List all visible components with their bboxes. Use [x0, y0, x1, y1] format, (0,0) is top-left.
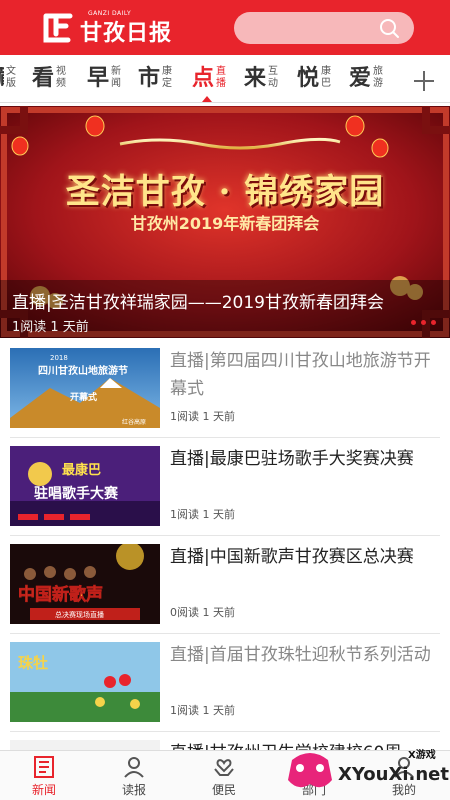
channel-tab-big: 看	[32, 65, 55, 91]
channel-tab-big: 藏	[0, 67, 4, 89]
channel-tab-big: 爱	[349, 65, 372, 91]
channel-tab-travel[interactable]: 爱 旅游	[349, 61, 385, 95]
article-thumbnail: 中国新歌声 总决赛现场直播	[10, 544, 160, 624]
channel-tab-small: 互动	[268, 66, 279, 89]
channel-bar: 藏 文版 看 视频 早 新闻 市 康定 点 直播 来 互动 悦 康巴 爱 旅游	[0, 55, 450, 102]
article-title[interactable]: 直播|首届甘孜珠牡迎秋节系列活动	[170, 641, 440, 669]
channel-tab-small: 文版	[6, 66, 16, 89]
channel-tab-small: 直播	[216, 66, 227, 89]
channel-tab-interact[interactable]: 来 互动	[244, 61, 280, 95]
app-header: GANZI DAILY 甘孜日报	[0, 0, 450, 55]
channel-tab-big: 悦	[297, 65, 320, 91]
thumb-main-text: 珠牡	[18, 654, 48, 672]
article-thumbnail: 2018 四川甘孜山地旅游节 开幕式 红谷高原	[10, 348, 160, 428]
site-watermark: X游戏 XYouXi.net	[278, 742, 450, 800]
thumb-main-text: 中国新歌声	[18, 584, 103, 605]
tab-label: 读报	[121, 783, 146, 797]
watermark-logo-icon	[288, 753, 332, 788]
channel-tab-small: 康定	[162, 66, 173, 89]
logo-mark-icon	[40, 10, 76, 46]
banner-art-subtitle: 甘孜州2019年新春团拜会	[130, 214, 320, 233]
reader-icon	[124, 757, 144, 778]
logo-english-text: GANZI DAILY	[88, 10, 132, 17]
carousel-dot	[421, 320, 426, 325]
channel-tab-tibetan[interactable]: 藏 文版	[0, 61, 18, 95]
article-title[interactable]: 直播|第四届四川甘孜山地旅游节开幕式	[170, 347, 440, 403]
tab-label: 新闻	[31, 783, 56, 797]
article-title[interactable]: 直播|中国新歌声甘孜赛区总决赛	[170, 543, 440, 571]
channel-divider	[0, 102, 450, 103]
search-box[interactable]	[234, 12, 414, 44]
thumb-main-text: 最康巴	[62, 462, 101, 478]
article-item[interactable]: 2018 四川甘孜山地旅游节 开幕式 红谷高原 直播|第四届四川甘孜山地旅游节开…	[0, 340, 450, 438]
article-meta: 1阅读 1 天前	[170, 704, 235, 717]
thumb-sub-text: 开幕式	[70, 391, 97, 403]
banner-caption[interactable]: 直播|圣洁甘孜祥瑞家园——2019甘孜新春团拜会 1阅读 1 天前	[0, 280, 450, 338]
app-logo[interactable]: GANZI DAILY 甘孜日报	[40, 8, 172, 48]
banner-title[interactable]: 直播|圣洁甘孜祥瑞家园——2019甘孜新春团拜会	[12, 288, 384, 313]
article-meta: 1阅读 1 天前	[170, 508, 235, 521]
article-title[interactable]: 直播|最康巴驻场歌手大奖赛决赛	[170, 445, 440, 473]
channel-tab-small: 康巴	[321, 66, 332, 89]
channel-tab-kangba[interactable]: 悦 康巴	[297, 61, 333, 95]
channel-tab-live[interactable]: 点 直播	[192, 61, 228, 95]
watermark-text: XYouXi.net	[338, 764, 449, 785]
carousel-indicator	[411, 320, 436, 325]
banner-art-title: 圣洁甘孜 · 锦绣家园	[65, 172, 385, 212]
channel-tab-big: 市	[138, 65, 161, 91]
newspaper-icon	[34, 756, 54, 778]
channel-tab-big: 早	[87, 65, 110, 91]
article-item[interactable]: 珠牡 直播|首届甘孜珠牡迎秋节系列活动 1阅读 1 天前	[0, 634, 450, 732]
tab-news[interactable]: 新闻	[14, 753, 74, 799]
article-thumbnail: 最康巴 驻唱歌手大赛	[10, 446, 160, 526]
channel-tab-video[interactable]: 看 视频	[32, 61, 68, 95]
tab-services[interactable]: 便民	[194, 753, 254, 799]
channel-tab-small: 视频	[56, 66, 67, 89]
tab-reader[interactable]: 读报	[104, 753, 164, 799]
article-item[interactable]: 中国新歌声 总决赛现场直播 直播|中国新歌声甘孜赛区总决赛 0阅读 1 天前	[0, 536, 450, 634]
channel-tab-kangding[interactable]: 市 康定	[138, 61, 174, 95]
logo-text: 甘孜日报	[80, 20, 173, 46]
article-item[interactable]: 最康巴 驻唱歌手大赛 直播|最康巴驻场歌手大奖赛决赛 1阅读 1 天前	[0, 438, 450, 536]
channel-tab-big: 来	[244, 65, 267, 91]
carousel-dot	[411, 320, 416, 325]
thumb-main-text: 四川甘孜山地旅游节	[38, 364, 128, 377]
carousel-dot	[431, 320, 436, 325]
hands-icon	[214, 759, 234, 776]
channel-tab-big: 点	[192, 65, 215, 91]
thumb-year: 2018	[50, 354, 68, 362]
channel-tab-small: 新闻	[111, 66, 122, 89]
channel-tab-news[interactable]: 早 新闻	[87, 61, 123, 95]
banner-meta: 1阅读 1 天前	[12, 320, 89, 335]
search-icon[interactable]	[378, 17, 400, 39]
thumb-sub-text: 总决赛现场直播	[55, 610, 104, 619]
thumb-corner-text: 红谷高原	[122, 418, 146, 426]
watermark-small-text: X游戏	[408, 750, 436, 761]
article-thumbnail: 珠牡	[10, 642, 160, 722]
article-meta: 0阅读 1 天前	[170, 606, 235, 619]
thumb-sub-text: 驻唱歌手大赛	[34, 485, 119, 502]
channel-tab-small: 旅游	[373, 66, 384, 89]
add-channel-icon[interactable]	[412, 69, 436, 93]
article-meta: 1阅读 1 天前	[170, 410, 235, 423]
app-screen: GANZI DAILY 甘孜日报 藏 文版 看 视频 早 新闻 市 康定 点	[0, 0, 450, 800]
tab-label: 便民	[211, 783, 236, 797]
